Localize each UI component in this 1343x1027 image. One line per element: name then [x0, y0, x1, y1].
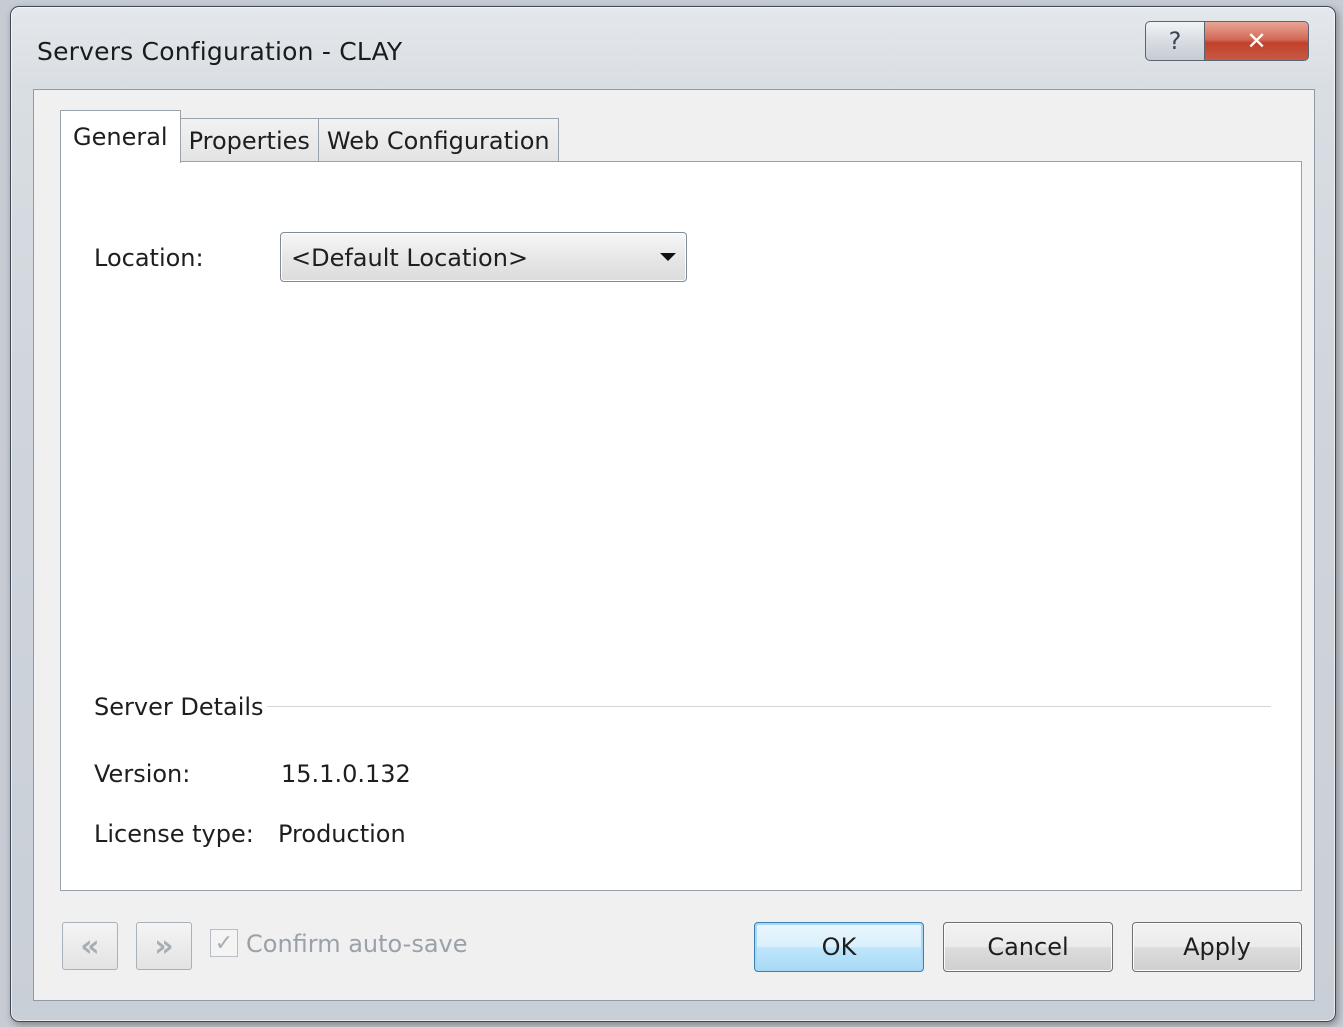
confirm-auto-save-checkbox[interactable]: ✓: [210, 929, 238, 957]
dialog-window: Servers Configuration - CLAY ? ✕ General…: [10, 6, 1336, 1022]
ok-button[interactable]: OK: [754, 922, 924, 972]
location-selected-value: <Default Location>: [291, 244, 529, 272]
cancel-button[interactable]: Cancel: [943, 922, 1113, 972]
license-type-label: License type:: [94, 820, 254, 848]
license-type-value: Production: [278, 820, 406, 848]
dropdown-arrow-icon: [660, 253, 676, 261]
close-button[interactable]: ✕: [1205, 21, 1309, 61]
server-details-title: Server Details: [94, 693, 264, 721]
tab-strip: General Properties Web Configuration: [60, 110, 559, 163]
version-value: 15.1.0.132: [281, 760, 411, 788]
tab-properties[interactable]: Properties: [179, 118, 319, 162]
dialog-client-area: General Properties Web Configuration Loc…: [33, 89, 1315, 1001]
server-details-divider: [267, 706, 1271, 708]
tab-web-configuration[interactable]: Web Configuration: [317, 118, 559, 162]
confirm-auto-save-label: Confirm auto-save: [246, 930, 468, 958]
previous-button[interactable]: «: [62, 922, 118, 970]
title-bar[interactable]: Servers Configuration - CLAY ? ✕: [11, 7, 1335, 89]
apply-button[interactable]: Apply: [1132, 922, 1302, 972]
tab-general[interactable]: General: [60, 110, 181, 163]
version-label: Version:: [94, 760, 191, 788]
location-dropdown[interactable]: <Default Location>: [280, 232, 687, 282]
location-label: Location:: [94, 244, 204, 272]
double-chevron-right-icon: »: [154, 928, 174, 964]
help-button[interactable]: ?: [1145, 21, 1205, 61]
caption-buttons: ? ✕: [1145, 21, 1309, 61]
next-button[interactable]: »: [136, 922, 192, 970]
double-chevron-left-icon: «: [80, 928, 100, 964]
general-tab-panel: Location: <Default Location> Server Deta…: [60, 161, 1302, 891]
checkmark-icon: ✓: [214, 930, 234, 956]
window-title: Servers Configuration - CLAY: [37, 37, 403, 66]
